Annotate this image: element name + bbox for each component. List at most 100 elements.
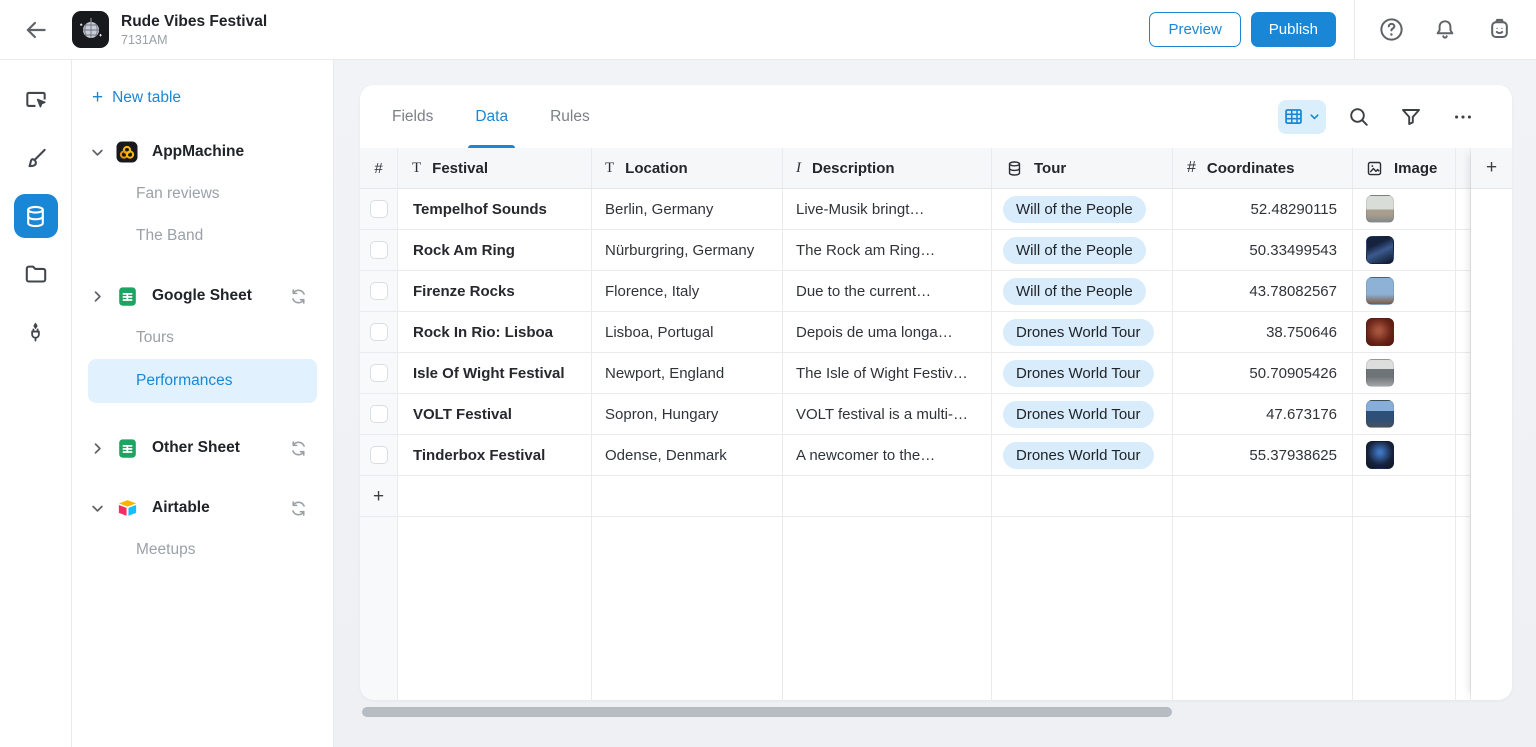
rail-item-data[interactable] <box>14 194 58 238</box>
column-header-description[interactable]: I Description <box>783 148 992 189</box>
column-header-tour[interactable]: Tour <box>992 148 1173 189</box>
source-appmachine[interactable]: AppMachine <box>72 137 333 167</box>
table-item-performances[interactable]: Performances <box>88 359 317 403</box>
tour-pill[interactable]: Will of the People <box>1003 196 1146 223</box>
cell-description[interactable]: Due to the current… <box>783 271 992 312</box>
cell-description[interactable]: Live-Musik bringt… <box>783 189 992 230</box>
column-header-image[interactable]: Image <box>1353 148 1456 189</box>
column-header-coordinates[interactable]: # Coordinates <box>1173 148 1353 189</box>
rail-item-integrations[interactable] <box>14 310 58 354</box>
tab-fields[interactable]: Fields <box>392 85 433 148</box>
filter-button[interactable] <box>1392 98 1430 136</box>
image-thumbnail[interactable] <box>1366 441 1394 469</box>
source-other-sheet[interactable]: Other Sheet <box>72 433 333 463</box>
cell-image[interactable] <box>1353 394 1456 435</box>
more-options-button[interactable] <box>1444 98 1482 136</box>
cell-description[interactable]: A newcomer to the… <box>783 435 992 476</box>
cell-coordinates[interactable]: 38.750646 <box>1173 312 1353 353</box>
row-checkbox[interactable] <box>370 323 388 341</box>
tour-pill[interactable]: Drones World Tour <box>1003 401 1154 428</box>
cell-tour[interactable]: Drones World Tour <box>992 435 1173 476</box>
cell-coordinates[interactable]: 55.37938625 <box>1173 435 1353 476</box>
image-thumbnail[interactable] <box>1366 400 1394 428</box>
cell-festival[interactable]: Firenze Rocks <box>398 271 592 312</box>
tour-pill[interactable]: Drones World Tour <box>1003 442 1154 469</box>
table-item-fan-reviews[interactable]: Fan reviews <box>88 179 317 209</box>
image-thumbnail[interactable] <box>1366 195 1394 223</box>
cell-description[interactable]: VOLT festival is a multi-… <box>783 394 992 435</box>
add-row-button[interactable]: + <box>373 487 384 506</box>
cell-image[interactable] <box>1353 353 1456 394</box>
image-thumbnail[interactable] <box>1366 359 1394 387</box>
cell-tour[interactable]: Will of the People <box>992 230 1173 271</box>
row-checkbox[interactable] <box>370 241 388 259</box>
image-thumbnail[interactable] <box>1366 236 1394 264</box>
cell-festival[interactable]: Rock Am Ring <box>398 230 592 271</box>
cell-location[interactable]: Sopron, Hungary <box>592 394 783 435</box>
cell-location[interactable]: Lisboa, Portugal <box>592 312 783 353</box>
publish-button[interactable]: Publish <box>1251 12 1336 47</box>
cell-coordinates[interactable]: 50.70905426 <box>1173 353 1353 394</box>
cell-tour[interactable]: Will of the People <box>992 189 1173 230</box>
horizontal-scrollbar-thumb[interactable] <box>362 707 1172 717</box>
source-airtable[interactable]: Airtable <box>72 493 333 523</box>
tab-data[interactable]: Data <box>475 85 508 148</box>
cell-image[interactable] <box>1353 271 1456 312</box>
preview-button[interactable]: Preview <box>1149 12 1240 47</box>
cell-coordinates[interactable]: 50.33499543 <box>1173 230 1353 271</box>
tour-pill[interactable]: Drones World Tour <box>1003 319 1154 346</box>
notifications-button[interactable] <box>1418 0 1472 60</box>
column-header-location[interactable]: T Location <box>592 148 783 189</box>
table-item-meetups[interactable]: Meetups <box>88 535 317 565</box>
cell-image[interactable] <box>1353 312 1456 353</box>
row-checkbox[interactable] <box>370 200 388 218</box>
cell-location[interactable]: Florence, Italy <box>592 271 783 312</box>
new-table-button[interactable]: + New table <box>72 88 333 107</box>
rail-item-design[interactable] <box>14 136 58 180</box>
cell-tour[interactable]: Will of the People <box>992 271 1173 312</box>
cell-location[interactable]: Odense, Denmark <box>592 435 783 476</box>
rail-item-screens[interactable] <box>14 78 58 122</box>
sync-icon[interactable] <box>288 498 309 519</box>
column-header-festival[interactable]: T Festival <box>398 148 592 189</box>
cell-location[interactable]: Nürburgring, Germany <box>592 230 783 271</box>
cell-festival[interactable]: Rock In Rio: Lisboa <box>398 312 592 353</box>
tour-pill[interactable]: Will of the People <box>1003 278 1146 305</box>
rail-item-files[interactable] <box>14 252 58 296</box>
cell-coordinates[interactable]: 43.78082567 <box>1173 271 1353 312</box>
cell-image[interactable] <box>1353 189 1456 230</box>
view-switcher-button[interactable] <box>1278 100 1326 134</box>
row-checkbox[interactable] <box>370 446 388 464</box>
tour-pill[interactable]: Drones World Tour <box>1003 360 1154 387</box>
cell-description[interactable]: The Isle of Wight Festiv… <box>783 353 992 394</box>
cell-image[interactable] <box>1353 435 1456 476</box>
row-checkbox[interactable] <box>370 405 388 423</box>
table-item-tours[interactable]: Tours <box>88 323 317 353</box>
sync-icon[interactable] <box>288 438 309 459</box>
add-column-button[interactable]: + <box>1471 148 1512 189</box>
row-checkbox[interactable] <box>370 282 388 300</box>
search-button[interactable] <box>1340 98 1378 136</box>
cell-location[interactable]: Newport, England <box>592 353 783 394</box>
cell-festival[interactable]: Tinderbox Festival <box>398 435 592 476</box>
cell-tour[interactable]: Drones World Tour <box>992 312 1173 353</box>
back-button[interactable] <box>0 17 72 43</box>
cell-image[interactable] <box>1353 230 1456 271</box>
table-item-the-band[interactable]: The Band <box>88 221 317 251</box>
image-thumbnail[interactable] <box>1366 277 1394 305</box>
cell-description[interactable]: Depois de uma longa… <box>783 312 992 353</box>
cell-festival[interactable]: VOLT Festival <box>398 394 592 435</box>
sync-icon[interactable] <box>288 286 309 307</box>
cell-tour[interactable]: Drones World Tour <box>992 353 1173 394</box>
cell-tour[interactable]: Drones World Tour <box>992 394 1173 435</box>
help-button[interactable] <box>1364 0 1418 60</box>
account-button[interactable] <box>1472 0 1526 60</box>
cell-description[interactable]: The Rock am Ring… <box>783 230 992 271</box>
column-header-rownum[interactable]: # <box>360 148 398 189</box>
cell-coordinates[interactable]: 52.48290115 <box>1173 189 1353 230</box>
cell-festival[interactable]: Isle Of Wight Festival <box>398 353 592 394</box>
tab-rules[interactable]: Rules <box>550 85 590 148</box>
row-checkbox[interactable] <box>370 364 388 382</box>
source-google-sheet[interactable]: Google Sheet <box>72 281 333 311</box>
cell-festival[interactable]: Tempelhof Sounds <box>398 189 592 230</box>
